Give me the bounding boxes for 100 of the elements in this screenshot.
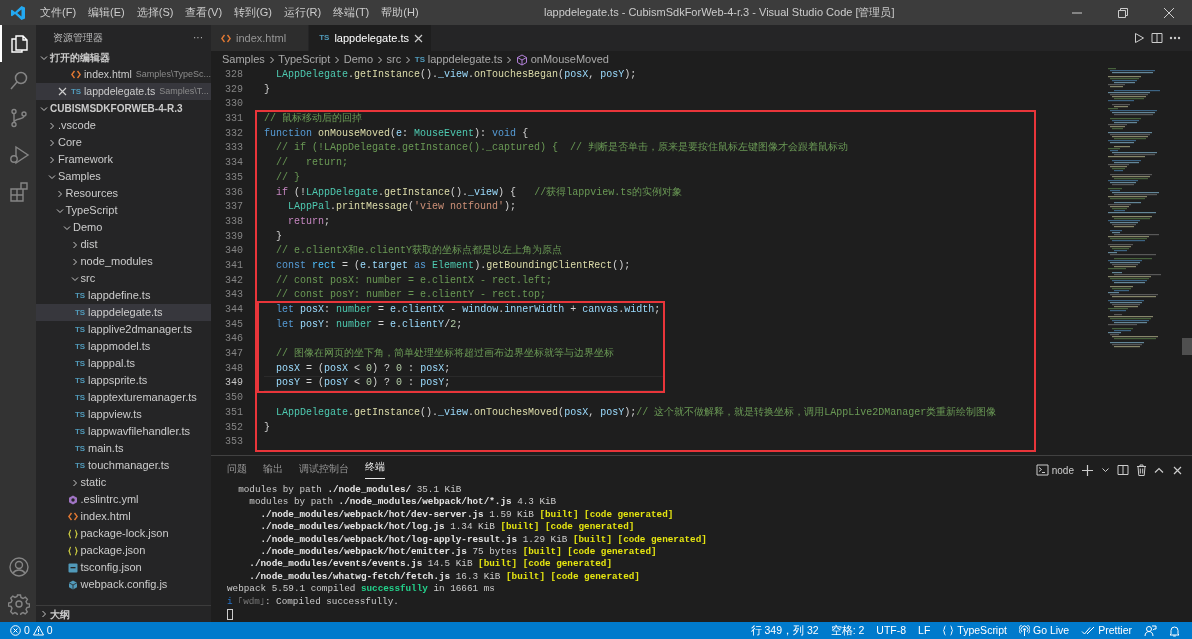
folder-item[interactable]: TypeScript bbox=[36, 202, 211, 219]
file-item[interactable]: TS lapptexturemanager.ts bbox=[36, 389, 211, 406]
file-item[interactable]: TS lappwavfilehandler.ts bbox=[36, 423, 211, 440]
menu-item[interactable]: 编辑(E) bbox=[82, 4, 131, 21]
line-number: 332 bbox=[224, 126, 244, 141]
status-item[interactable]: UTF-8 bbox=[870, 622, 913, 639]
restore-icon[interactable] bbox=[1118, 7, 1128, 18]
status-item[interactable]: LF bbox=[912, 622, 937, 639]
line-number: 341 bbox=[224, 258, 244, 273]
trash-icon[interactable] bbox=[1135, 464, 1147, 476]
split-editor-icon[interactable] bbox=[1150, 32, 1163, 44]
line-number: 333 bbox=[224, 141, 244, 156]
folder-item[interactable]: static bbox=[36, 474, 211, 491]
chevron-right-icon bbox=[267, 55, 276, 64]
config-file-icon bbox=[67, 562, 78, 573]
typescript-file-icon: TS bbox=[74, 374, 86, 387]
breadcrumb-item[interactable]: lappdelegate.ts bbox=[427, 51, 503, 68]
folder-item[interactable]: Framework bbox=[36, 151, 211, 168]
breadcrumb-item[interactable]: src bbox=[386, 51, 402, 68]
file-item[interactable]: TS lappdefine.ts bbox=[36, 287, 211, 304]
folder-item[interactable]: .vscode bbox=[36, 117, 211, 134]
file-item[interactable]: package.json bbox=[36, 542, 211, 559]
menu-item[interactable]: 查看(V) bbox=[179, 4, 229, 21]
file-item[interactable]: TS lappmodel.ts bbox=[36, 338, 211, 355]
file-item[interactable]: index.html bbox=[36, 508, 211, 525]
terminal-line: ./node_modules/events/events.js 14.5 KiB [built] [code generated] bbox=[248, 558, 613, 571]
line-number: 331 bbox=[224, 112, 244, 127]
folder-item[interactable]: dist bbox=[36, 236, 211, 253]
braces-icon bbox=[67, 545, 78, 556]
split-terminal-icon[interactable] bbox=[1117, 464, 1129, 476]
close-icon[interactable] bbox=[414, 33, 423, 43]
menu-item[interactable]: 文件(F) bbox=[34, 4, 83, 21]
open-editor-item[interactable]: TS lappdelegate.ts Samples\T... bbox=[36, 83, 211, 100]
line-number: 353 bbox=[224, 435, 244, 450]
folder-item[interactable]: Core bbox=[36, 134, 211, 151]
language-status[interactable]: TypeScript bbox=[936, 622, 1013, 639]
section-title: 大纲 bbox=[50, 607, 70, 622]
close-icon[interactable] bbox=[58, 87, 67, 96]
file-item[interactable]: .eslintrc.yml bbox=[36, 491, 211, 508]
typescript-file-icon: TS bbox=[74, 459, 86, 472]
menu-item[interactable]: 终端(T) bbox=[327, 4, 376, 21]
folder-item[interactable]: Samples bbox=[36, 168, 211, 185]
folder-item[interactable]: src bbox=[36, 270, 211, 287]
notifications-icon[interactable] bbox=[1169, 624, 1180, 637]
panel-tab[interactable]: 问题 bbox=[219, 456, 255, 484]
run-icon[interactable] bbox=[1133, 32, 1145, 44]
plus-icon[interactable] bbox=[1081, 464, 1093, 476]
caret-icon[interactable] bbox=[1101, 467, 1109, 473]
breadcrumb-item[interactable]: onMouseMoved bbox=[530, 51, 609, 68]
folder-item[interactable]: Resources bbox=[36, 185, 211, 202]
file-item[interactable]: webpack.config.js bbox=[36, 576, 211, 593]
menu-item[interactable]: 转到(G) bbox=[228, 4, 278, 21]
file-item[interactable]: TS lappdelegate.ts bbox=[36, 304, 211, 321]
file-item[interactable]: package-lock.json bbox=[36, 525, 211, 542]
code-line: // 鼠标移动后的回掉 bbox=[264, 112, 363, 127]
folder-item[interactable]: node_modules bbox=[36, 253, 211, 270]
file-item[interactable]: TS main.ts bbox=[36, 440, 211, 457]
breadcrumb-item[interactable]: Demo bbox=[343, 51, 374, 68]
file-item[interactable]: TS lapplive2dmanager.ts bbox=[36, 321, 211, 338]
close-icon[interactable] bbox=[1164, 7, 1174, 18]
scrollbar-thumb[interactable] bbox=[1182, 338, 1192, 355]
panel-tab[interactable]: 输出 bbox=[255, 456, 291, 484]
code-line: let posY: number = e.clientY/2; bbox=[275, 317, 464, 332]
file-item[interactable]: TS touchmanager.ts bbox=[36, 457, 211, 474]
chevron-right-icon bbox=[404, 55, 413, 64]
breadcrumb-item[interactable]: TypeScript bbox=[278, 51, 331, 68]
line-number: 339 bbox=[224, 229, 244, 244]
menu-item[interactable]: 运行(R) bbox=[277, 4, 328, 21]
file-item[interactable]: tsconfig.json bbox=[36, 559, 211, 576]
file-item[interactable]: TS lapppal.ts bbox=[36, 355, 211, 372]
terminal-line: ./node_modules/webpack/hot/log.js 1.34 KiB [built] [code generated] bbox=[259, 521, 636, 534]
chevron-down-icon bbox=[48, 172, 58, 181]
panel-tab[interactable]: 调试控制台 bbox=[291, 456, 357, 484]
line-number: 342 bbox=[224, 273, 244, 288]
section-header[interactable]: 打开的编辑器 bbox=[36, 49, 211, 66]
menu-item[interactable]: 选择(S) bbox=[130, 4, 180, 21]
section-title: 打开的编辑器 bbox=[50, 51, 110, 65]
status-item[interactable]: 空格: 2 bbox=[824, 622, 871, 639]
folder-item[interactable]: Demo bbox=[36, 219, 211, 236]
file-item[interactable]: TS lappsprite.ts bbox=[36, 372, 211, 389]
prettier-status[interactable]: Prettier bbox=[1075, 622, 1138, 639]
menu-item[interactable]: 帮助(H) bbox=[375, 4, 425, 21]
close-icon[interactable] bbox=[1172, 465, 1182, 475]
feedback-icon[interactable] bbox=[1144, 624, 1157, 637]
typescript-file-icon: TS bbox=[74, 425, 86, 438]
section-header[interactable]: CUBISMSDKFORWEB-4-R.3 bbox=[36, 100, 211, 117]
error-icon bbox=[10, 625, 21, 636]
panel-tab[interactable]: 终端 bbox=[357, 456, 393, 484]
chevron-up-icon[interactable] bbox=[1154, 466, 1164, 474]
status-item[interactable]: 行 349，列 32 bbox=[744, 622, 825, 639]
problems-status[interactable]: 0 0 bbox=[0, 622, 59, 639]
go-live-status[interactable]: Go Live bbox=[1012, 622, 1076, 639]
terminal-selector[interactable]: node bbox=[1036, 462, 1074, 478]
more-actions-button[interactable]: ··· bbox=[193, 29, 203, 45]
cube-icon bbox=[515, 53, 528, 66]
breadcrumb-item[interactable]: Samples bbox=[222, 51, 265, 68]
file-item[interactable]: TS lappview.ts bbox=[36, 406, 211, 423]
open-editor-item[interactable]: index.html Samples\TypeSc... bbox=[36, 66, 211, 83]
editor-tab[interactable]: TS lappdelegate.ts bbox=[309, 25, 432, 51]
editor-tab[interactable]: index.html bbox=[211, 25, 310, 51]
